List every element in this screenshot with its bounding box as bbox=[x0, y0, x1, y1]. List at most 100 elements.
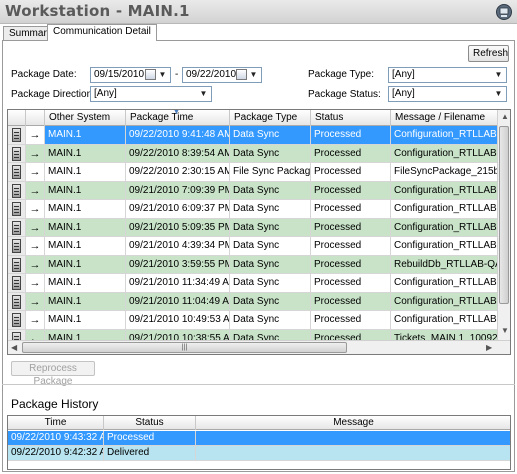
table-row[interactable]: → MAIN.1 09/22/2010 8:39:54 AM Data Sync Pro… bbox=[8, 144, 498, 163]
cell-package-type: Data Sync bbox=[230, 126, 311, 145]
cell-message: RebuildDb_RTLLAB-QA3-H bbox=[391, 255, 498, 274]
cell-status: Processed bbox=[311, 181, 391, 200]
reprocess-package-button[interactable]: Reprocess Package bbox=[11, 361, 95, 387]
chevron-down-icon[interactable]: ▼ bbox=[156, 69, 169, 81]
cell-package-time: 09/21/2010 4:39:34 PM bbox=[126, 237, 230, 256]
package-status-select[interactable]: [Any] ▼ bbox=[388, 86, 507, 102]
cell-message: FileSyncPackage_215b006 bbox=[391, 163, 498, 182]
table-row[interactable]: → MAIN.1 09/22/2010 2:30:15 AM File Sync Pa… bbox=[8, 163, 498, 182]
package-type-value: [Any] bbox=[392, 69, 415, 80]
table-row[interactable]: → MAIN.1 09/21/2010 7:09:39 PM Data Sync Pro… bbox=[8, 181, 498, 200]
date-to-picker[interactable]: 09/22/2010 ▼ bbox=[182, 67, 262, 83]
server-icon bbox=[12, 313, 21, 327]
package-history-grid[interactable]: Time Status Message 09/22/2010 9:43:32 A… bbox=[7, 415, 511, 470]
history-row[interactable]: 09/22/2010 9:42:32 AMDelivered bbox=[8, 446, 510, 461]
package-status-value: [Any] bbox=[392, 88, 415, 99]
cell-other-system: MAIN.1 bbox=[45, 255, 126, 274]
package-direction-label: Package Direction bbox=[11, 89, 93, 100]
table-row[interactable]: → MAIN.1 09/21/2010 11:04:49 AM Data Sync Pr… bbox=[8, 292, 498, 311]
scroll-up-icon[interactable]: ▲ bbox=[501, 112, 509, 121]
scroll-down-icon[interactable]: ▼ bbox=[501, 326, 509, 335]
package-grid[interactable]: Other System Package Time Package Type S… bbox=[7, 109, 511, 355]
table-row[interactable]: → MAIN.1 09/21/2010 6:09:37 PM Data Sync Pro… bbox=[8, 200, 498, 219]
tab-communication-detail[interactable]: Communication Detail bbox=[47, 24, 157, 41]
chevron-down-icon[interactable]: ▼ bbox=[492, 69, 505, 81]
date-separator: - bbox=[175, 69, 179, 80]
direction-arrow-icon: → bbox=[26, 274, 45, 293]
chevron-down-icon[interactable]: ▼ bbox=[492, 88, 505, 100]
direction-arrow-icon: → bbox=[26, 144, 45, 163]
direction-arrow-icon: → bbox=[26, 255, 45, 274]
cell-package-type: Data Sync bbox=[230, 311, 311, 330]
table-row[interactable]: → MAIN.1 09/22/2010 9:41:48 AM Data Sync Pro… bbox=[8, 126, 498, 145]
direction-arrow-icon: → bbox=[26, 237, 45, 256]
horizontal-scrollbar[interactable]: ◀ ||| ▶ bbox=[8, 340, 510, 354]
history-cell-status: Processed bbox=[104, 431, 196, 446]
cell-other-system: MAIN.1 bbox=[45, 181, 126, 200]
row-icon-cell bbox=[8, 218, 26, 237]
history-header-time[interactable]: Time bbox=[8, 416, 104, 430]
server-icon bbox=[12, 165, 21, 179]
direction-arrow-icon: → bbox=[26, 311, 45, 330]
table-row[interactable]: → MAIN.1 09/21/2010 11:34:49 AM Data Sync Pr… bbox=[8, 274, 498, 293]
cell-other-system: MAIN.1 bbox=[45, 144, 126, 163]
cell-package-time: 09/21/2010 10:49:53 AM bbox=[126, 311, 230, 330]
row-icon-cell bbox=[8, 311, 26, 330]
package-direction-value: [Any] bbox=[94, 88, 117, 99]
horizontal-scroll-thumb[interactable]: ||| bbox=[22, 342, 347, 353]
row-icon-cell bbox=[8, 292, 26, 311]
server-icon bbox=[12, 128, 21, 142]
table-row[interactable]: → MAIN.1 09/21/2010 3:59:55 PM Data Sync Pro… bbox=[8, 255, 498, 274]
history-cell-message bbox=[196, 446, 510, 461]
vertical-scroll-thumb[interactable] bbox=[499, 126, 509, 304]
calendar-icon[interactable] bbox=[236, 69, 247, 80]
cell-other-system: MAIN.1 bbox=[45, 311, 126, 330]
server-icon bbox=[12, 294, 21, 309]
chevron-down-icon[interactable]: ▼ bbox=[247, 69, 260, 81]
cell-package-time: 09/21/2010 3:59:55 PM bbox=[126, 255, 230, 274]
header-other-system[interactable]: Other System bbox=[45, 110, 126, 126]
cell-message: Configuration_RTLLAB-QA bbox=[391, 274, 498, 293]
cell-package-type: Data Sync bbox=[230, 181, 311, 200]
header-package-type[interactable]: Package Type bbox=[230, 110, 311, 126]
calendar-icon[interactable] bbox=[145, 69, 156, 80]
date-from-picker[interactable]: 09/15/2010 ▼ bbox=[90, 67, 171, 83]
chevron-down-icon[interactable]: ▼ bbox=[197, 88, 210, 100]
cell-message: Configuration_RTLLAB-QA bbox=[391, 126, 498, 145]
row-icon-cell bbox=[8, 237, 26, 256]
table-row[interactable]: → MAIN.1 09/21/2010 5:09:35 PM Data Sync Pro… bbox=[8, 218, 498, 237]
cell-message: Configuration_RTLLAB-QA bbox=[391, 144, 498, 163]
row-icon-cell bbox=[8, 274, 26, 293]
header-message-filename[interactable]: Message / Filename bbox=[391, 110, 498, 126]
vertical-scrollbar[interactable]: ▲ ▼ bbox=[497, 110, 510, 340]
cell-package-type: Data Sync bbox=[230, 237, 311, 256]
scroll-right-icon[interactable]: ▶ bbox=[486, 343, 492, 352]
table-row[interactable]: → MAIN.1 09/21/2010 10:49:53 AM Data Sync Pr… bbox=[8, 311, 498, 330]
history-cell-time: 09/22/2010 9:43:32 AM bbox=[8, 431, 104, 446]
section-divider bbox=[2, 384, 515, 385]
cell-package-type: File Sync Package bbox=[230, 163, 311, 182]
refresh-button[interactable]: Refresh bbox=[468, 45, 509, 62]
cell-package-type: Data Sync bbox=[230, 274, 311, 293]
history-header-message[interactable]: Message bbox=[196, 416, 510, 430]
table-row[interactable]: → MAIN.1 09/21/2010 4:39:34 PM Data Sync Pro… bbox=[8, 237, 498, 256]
history-row[interactable]: 09/22/2010 9:43:32 AMProcessed bbox=[8, 431, 510, 446]
direction-arrow-icon: → bbox=[26, 200, 45, 219]
cell-package-type: Data Sync bbox=[230, 292, 311, 311]
package-direction-select[interactable]: [Any] ▼ bbox=[90, 86, 212, 102]
cell-package-type: Data Sync bbox=[230, 144, 311, 163]
server-icon bbox=[12, 220, 21, 235]
server-icon bbox=[12, 183, 21, 198]
scroll-left-icon[interactable]: ◀ bbox=[11, 343, 17, 352]
direction-arrow-icon: → bbox=[26, 292, 45, 311]
package-history-title: Package History bbox=[11, 397, 99, 411]
package-type-select[interactable]: [Any] ▼ bbox=[388, 67, 507, 83]
cell-message: Configuration_RTLLAB-QA bbox=[391, 200, 498, 219]
grid-header: Other System Package Time Package Type S… bbox=[8, 110, 498, 126]
sort-arrow-icon: ▼ bbox=[173, 109, 180, 116]
cell-status: Processed bbox=[311, 311, 391, 330]
header-status[interactable]: Status bbox=[311, 110, 391, 126]
history-header-status[interactable]: Status bbox=[104, 416, 196, 430]
row-icon-cell bbox=[8, 181, 26, 200]
cell-status: Processed bbox=[311, 144, 391, 163]
